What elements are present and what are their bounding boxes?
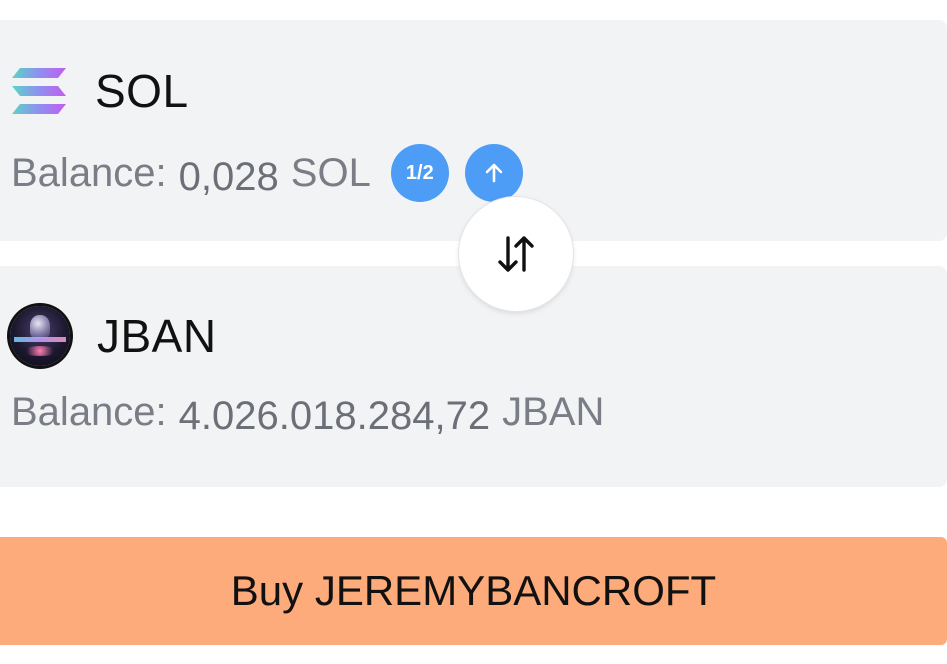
balance-label: Balance: bbox=[11, 150, 167, 195]
half-balance-button[interactable]: 1/2 bbox=[390, 144, 449, 202]
receive-token-selector[interactable]: JBAN bbox=[10, 306, 217, 366]
max-balance-button[interactable] bbox=[464, 144, 523, 202]
receive-token-card: JBAN Balance: 4.026.018.284,72 JBAN bbox=[0, 266, 947, 487]
arrow-up-icon bbox=[485, 163, 503, 183]
balance-label: Balance: bbox=[11, 390, 167, 434]
pay-token-symbol: SOL bbox=[95, 65, 189, 117]
balance-amount: 4.026.018.284,72 bbox=[178, 394, 491, 438]
balance-amount: 0,028 bbox=[178, 154, 279, 199]
balance-unit: SOL bbox=[290, 150, 371, 195]
pay-token-balance: Balance: 0,028 SOL 1/2 bbox=[11, 144, 523, 202]
receive-token-symbol: JBAN bbox=[97, 310, 217, 362]
swap-arrows-icon bbox=[498, 236, 534, 272]
swap-direction-button[interactable] bbox=[459, 197, 573, 311]
solana-logo-icon bbox=[12, 68, 66, 114]
buy-button[interactable]: Buy JEREMYBANCROFT bbox=[0, 537, 947, 645]
pay-token-card: SOL Balance: 0,028 SOL 1/2 bbox=[0, 20, 947, 241]
balance-unit: JBAN bbox=[502, 390, 605, 434]
jban-token-logo-icon bbox=[10, 306, 70, 366]
pay-token-selector[interactable]: SOL bbox=[10, 64, 189, 118]
receive-token-balance: Balance: 4.026.018.284,72 JBAN bbox=[11, 390, 605, 438]
